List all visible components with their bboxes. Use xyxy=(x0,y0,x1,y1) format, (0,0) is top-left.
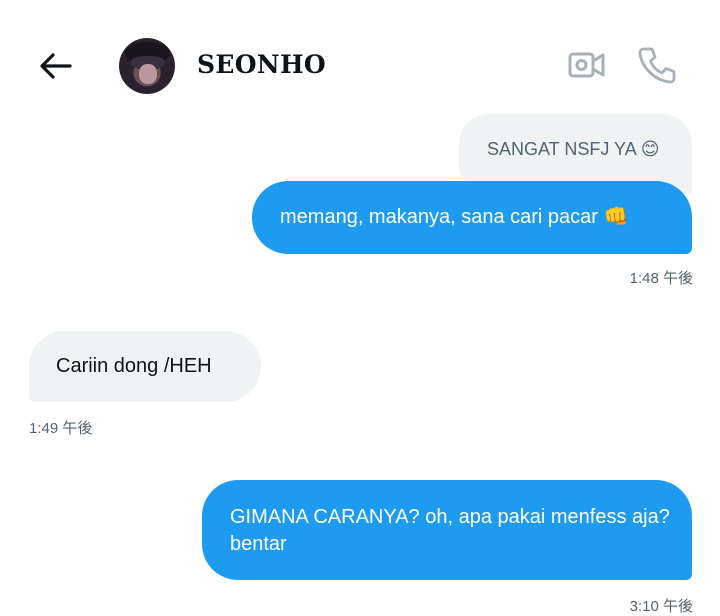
video-call-button[interactable] xyxy=(566,44,608,86)
received-message[interactable]: Cariin dong /HEH xyxy=(29,331,261,402)
message-timestamp: 3:10 午後 xyxy=(629,598,693,615)
message-timestamp: 1:49 午後 xyxy=(29,420,93,437)
video-camera-icon xyxy=(568,52,605,78)
arrow-left-icon xyxy=(40,53,72,79)
sent-message[interactable]: memang, makanya, sana cari pacar 👊 xyxy=(252,181,692,254)
contact-name[interactable]: SEONHO xyxy=(197,50,326,79)
message-timestamp: 1:48 午後 xyxy=(629,270,693,287)
voice-call-button[interactable] xyxy=(636,44,678,86)
avatar[interactable] xyxy=(119,38,175,94)
conversation-header: SEONHO xyxy=(0,0,720,120)
phone-icon xyxy=(638,47,676,84)
sent-message[interactable]: GIMANA CARANYA? oh, apa pakai menfess aj… xyxy=(202,480,692,580)
back-button[interactable] xyxy=(36,46,76,86)
